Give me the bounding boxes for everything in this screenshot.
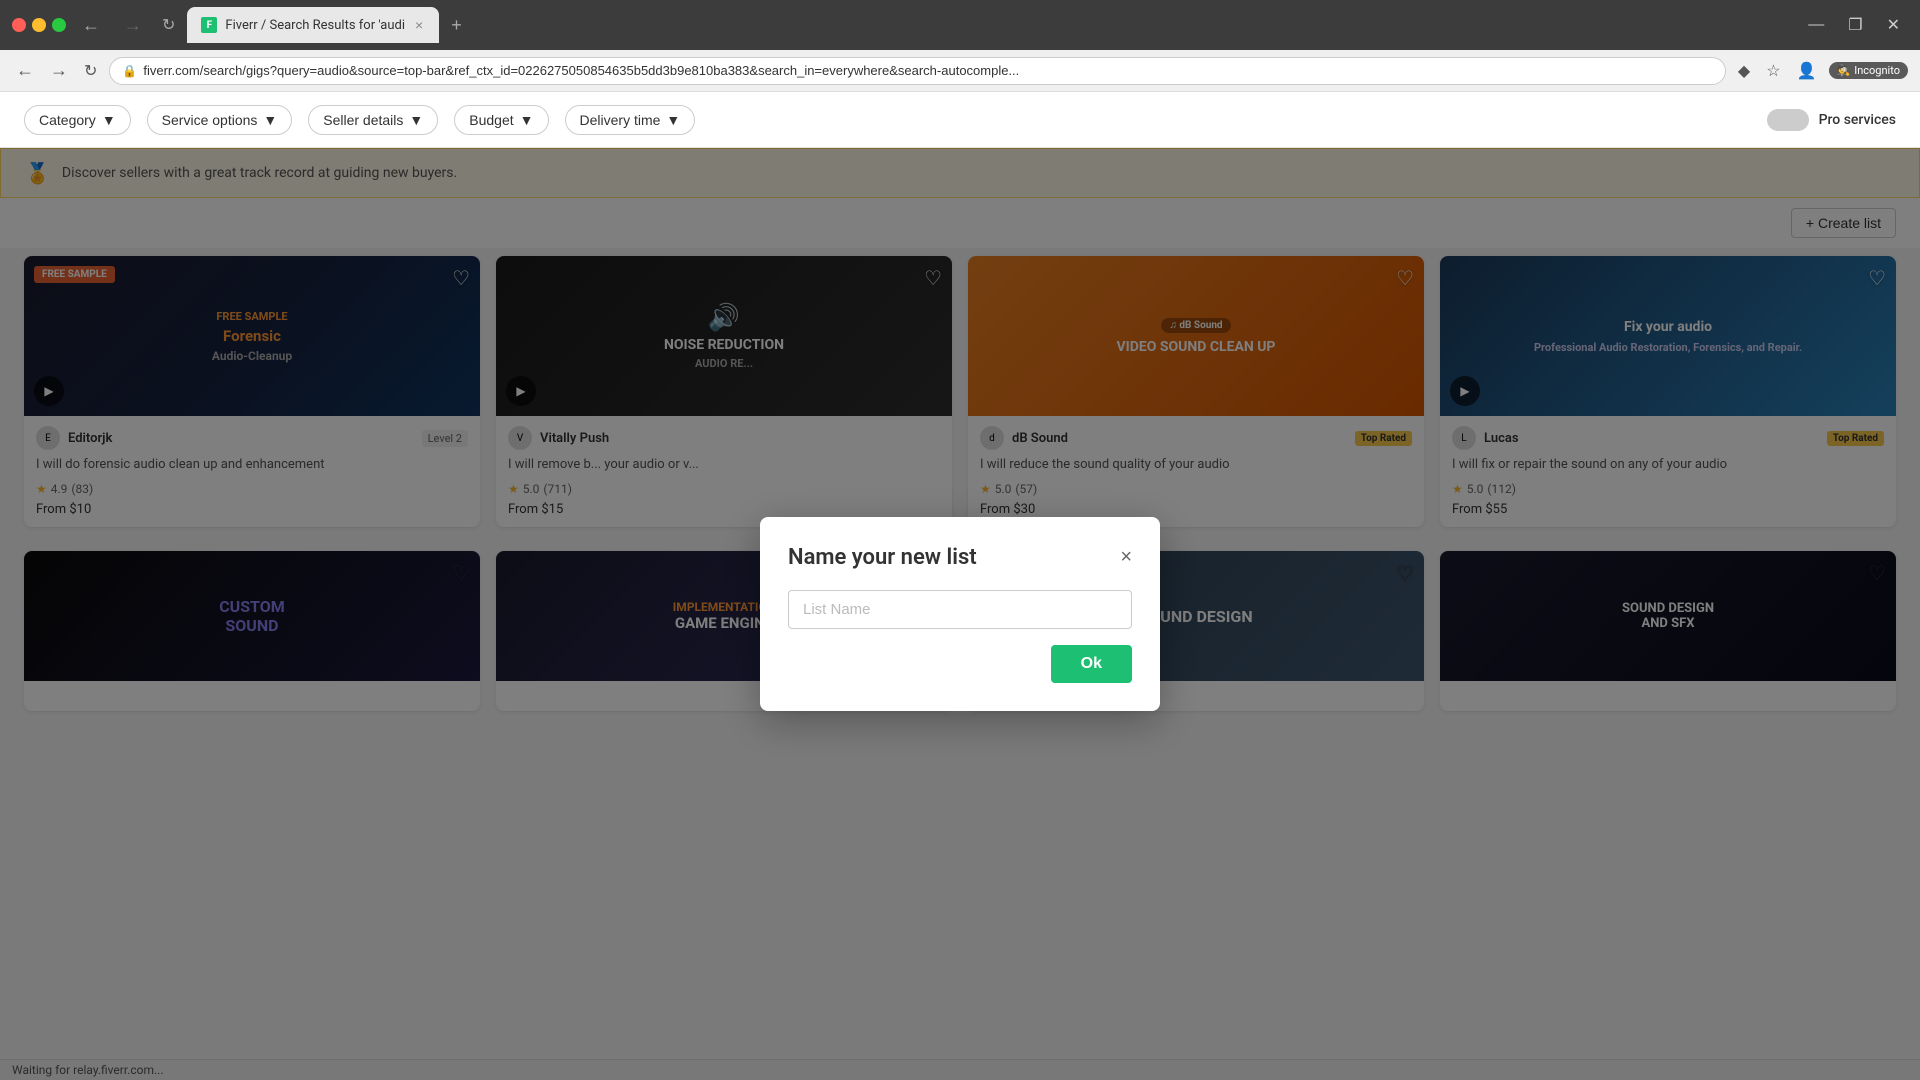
tab-bar: F Fiverr / Search Results for 'audi × + — [187, 7, 1792, 43]
budget-filter-button[interactable]: Budget ▼ — [454, 105, 548, 135]
incognito-label: Incognito — [1854, 64, 1900, 77]
addr-forward-button[interactable]: → — [46, 56, 72, 85]
pro-services-wrap: Pro services — [1767, 109, 1896, 131]
name-list-dialog: Name your new list × Ok — [760, 517, 1160, 711]
address-bar: ← → ↻ 🔒 ◆ ☆ 👤 🕵 Incognito — [0, 50, 1920, 92]
category-chevron-icon: ▼ — [102, 112, 116, 128]
filter-bar: Category ▼ Service options ▼ Seller deta… — [0, 92, 1920, 148]
back-button[interactable]: ← — [74, 11, 108, 40]
bookmark-button[interactable]: ☆ — [1762, 57, 1784, 85]
category-label: Category — [39, 112, 96, 128]
pro-services-label: Pro services — [1819, 112, 1896, 128]
budget-chevron-icon: ▼ — [520, 112, 534, 128]
addr-back-button[interactable]: ← — [12, 56, 38, 85]
seller-details-label: Seller details — [323, 112, 403, 128]
seller-details-filter-button[interactable]: Seller details ▼ — [308, 105, 438, 135]
dialog-footer: Ok — [788, 645, 1132, 683]
pro-services-toggle[interactable] — [1767, 109, 1809, 131]
tab-title: Fiverr / Search Results for 'audi — [225, 18, 405, 33]
lock-icon: 🔒 — [122, 64, 137, 78]
incognito-icon: 🕵 — [1837, 64, 1851, 77]
restore-button[interactable]: ❐ — [1840, 11, 1870, 39]
profile-button[interactable]: 👤 — [1793, 57, 1821, 85]
service-options-label: Service options — [162, 112, 258, 128]
reload-button[interactable]: ↻ — [158, 11, 179, 39]
close-button[interactable]: ✕ — [1879, 11, 1908, 39]
budget-label: Budget — [469, 112, 513, 128]
window-max-btn[interactable] — [52, 18, 66, 32]
delivery-time-chevron-icon: ▼ — [666, 112, 680, 128]
address-bar-icons: ◆ ☆ 👤 🕵 Incognito — [1734, 57, 1908, 85]
address-input-wrap[interactable]: 🔒 — [109, 57, 1726, 85]
dialog-close-button[interactable]: × — [1120, 546, 1132, 569]
active-tab[interactable]: F Fiverr / Search Results for 'audi × — [187, 7, 439, 43]
dialog-title: Name your new list — [788, 545, 977, 570]
service-options-chevron-icon: ▼ — [263, 112, 277, 128]
main-content: 🏅 Discover sellers with a great track re… — [0, 148, 1920, 1080]
dialog-ok-button[interactable]: Ok — [1051, 645, 1132, 683]
tab-close-button[interactable]: × — [413, 17, 425, 33]
window-controls — [12, 18, 66, 32]
delivery-time-label: Delivery time — [580, 112, 661, 128]
service-options-filter-button[interactable]: Service options ▼ — [147, 105, 293, 135]
dialog-header: Name your new list × — [788, 545, 1132, 570]
browser-chrome: ← → ↻ F Fiverr / Search Results for 'aud… — [0, 0, 1920, 50]
window-close-btn[interactable] — [12, 18, 26, 32]
tab-favicon: F — [201, 17, 217, 33]
forward-button[interactable]: → — [116, 11, 150, 40]
extensions-button[interactable]: ◆ — [1734, 57, 1754, 85]
delivery-time-filter-button[interactable]: Delivery time ▼ — [565, 105, 696, 135]
seller-details-chevron-icon: ▼ — [409, 112, 423, 128]
minimize-button[interactable]: — — [1800, 11, 1832, 39]
addr-reload-button[interactable]: ↻ — [80, 57, 101, 85]
new-tab-button[interactable]: + — [443, 11, 470, 40]
window-min-btn[interactable] — [32, 18, 46, 32]
incognito-badge: 🕵 Incognito — [1829, 62, 1909, 79]
modal-overlay: Name your new list × Ok — [0, 148, 1920, 1080]
list-name-input[interactable] — [788, 590, 1132, 629]
address-input[interactable] — [143, 63, 1713, 78]
window-action-controls: — ❐ ✕ — [1800, 11, 1908, 39]
category-filter-button[interactable]: Category ▼ — [24, 105, 131, 135]
